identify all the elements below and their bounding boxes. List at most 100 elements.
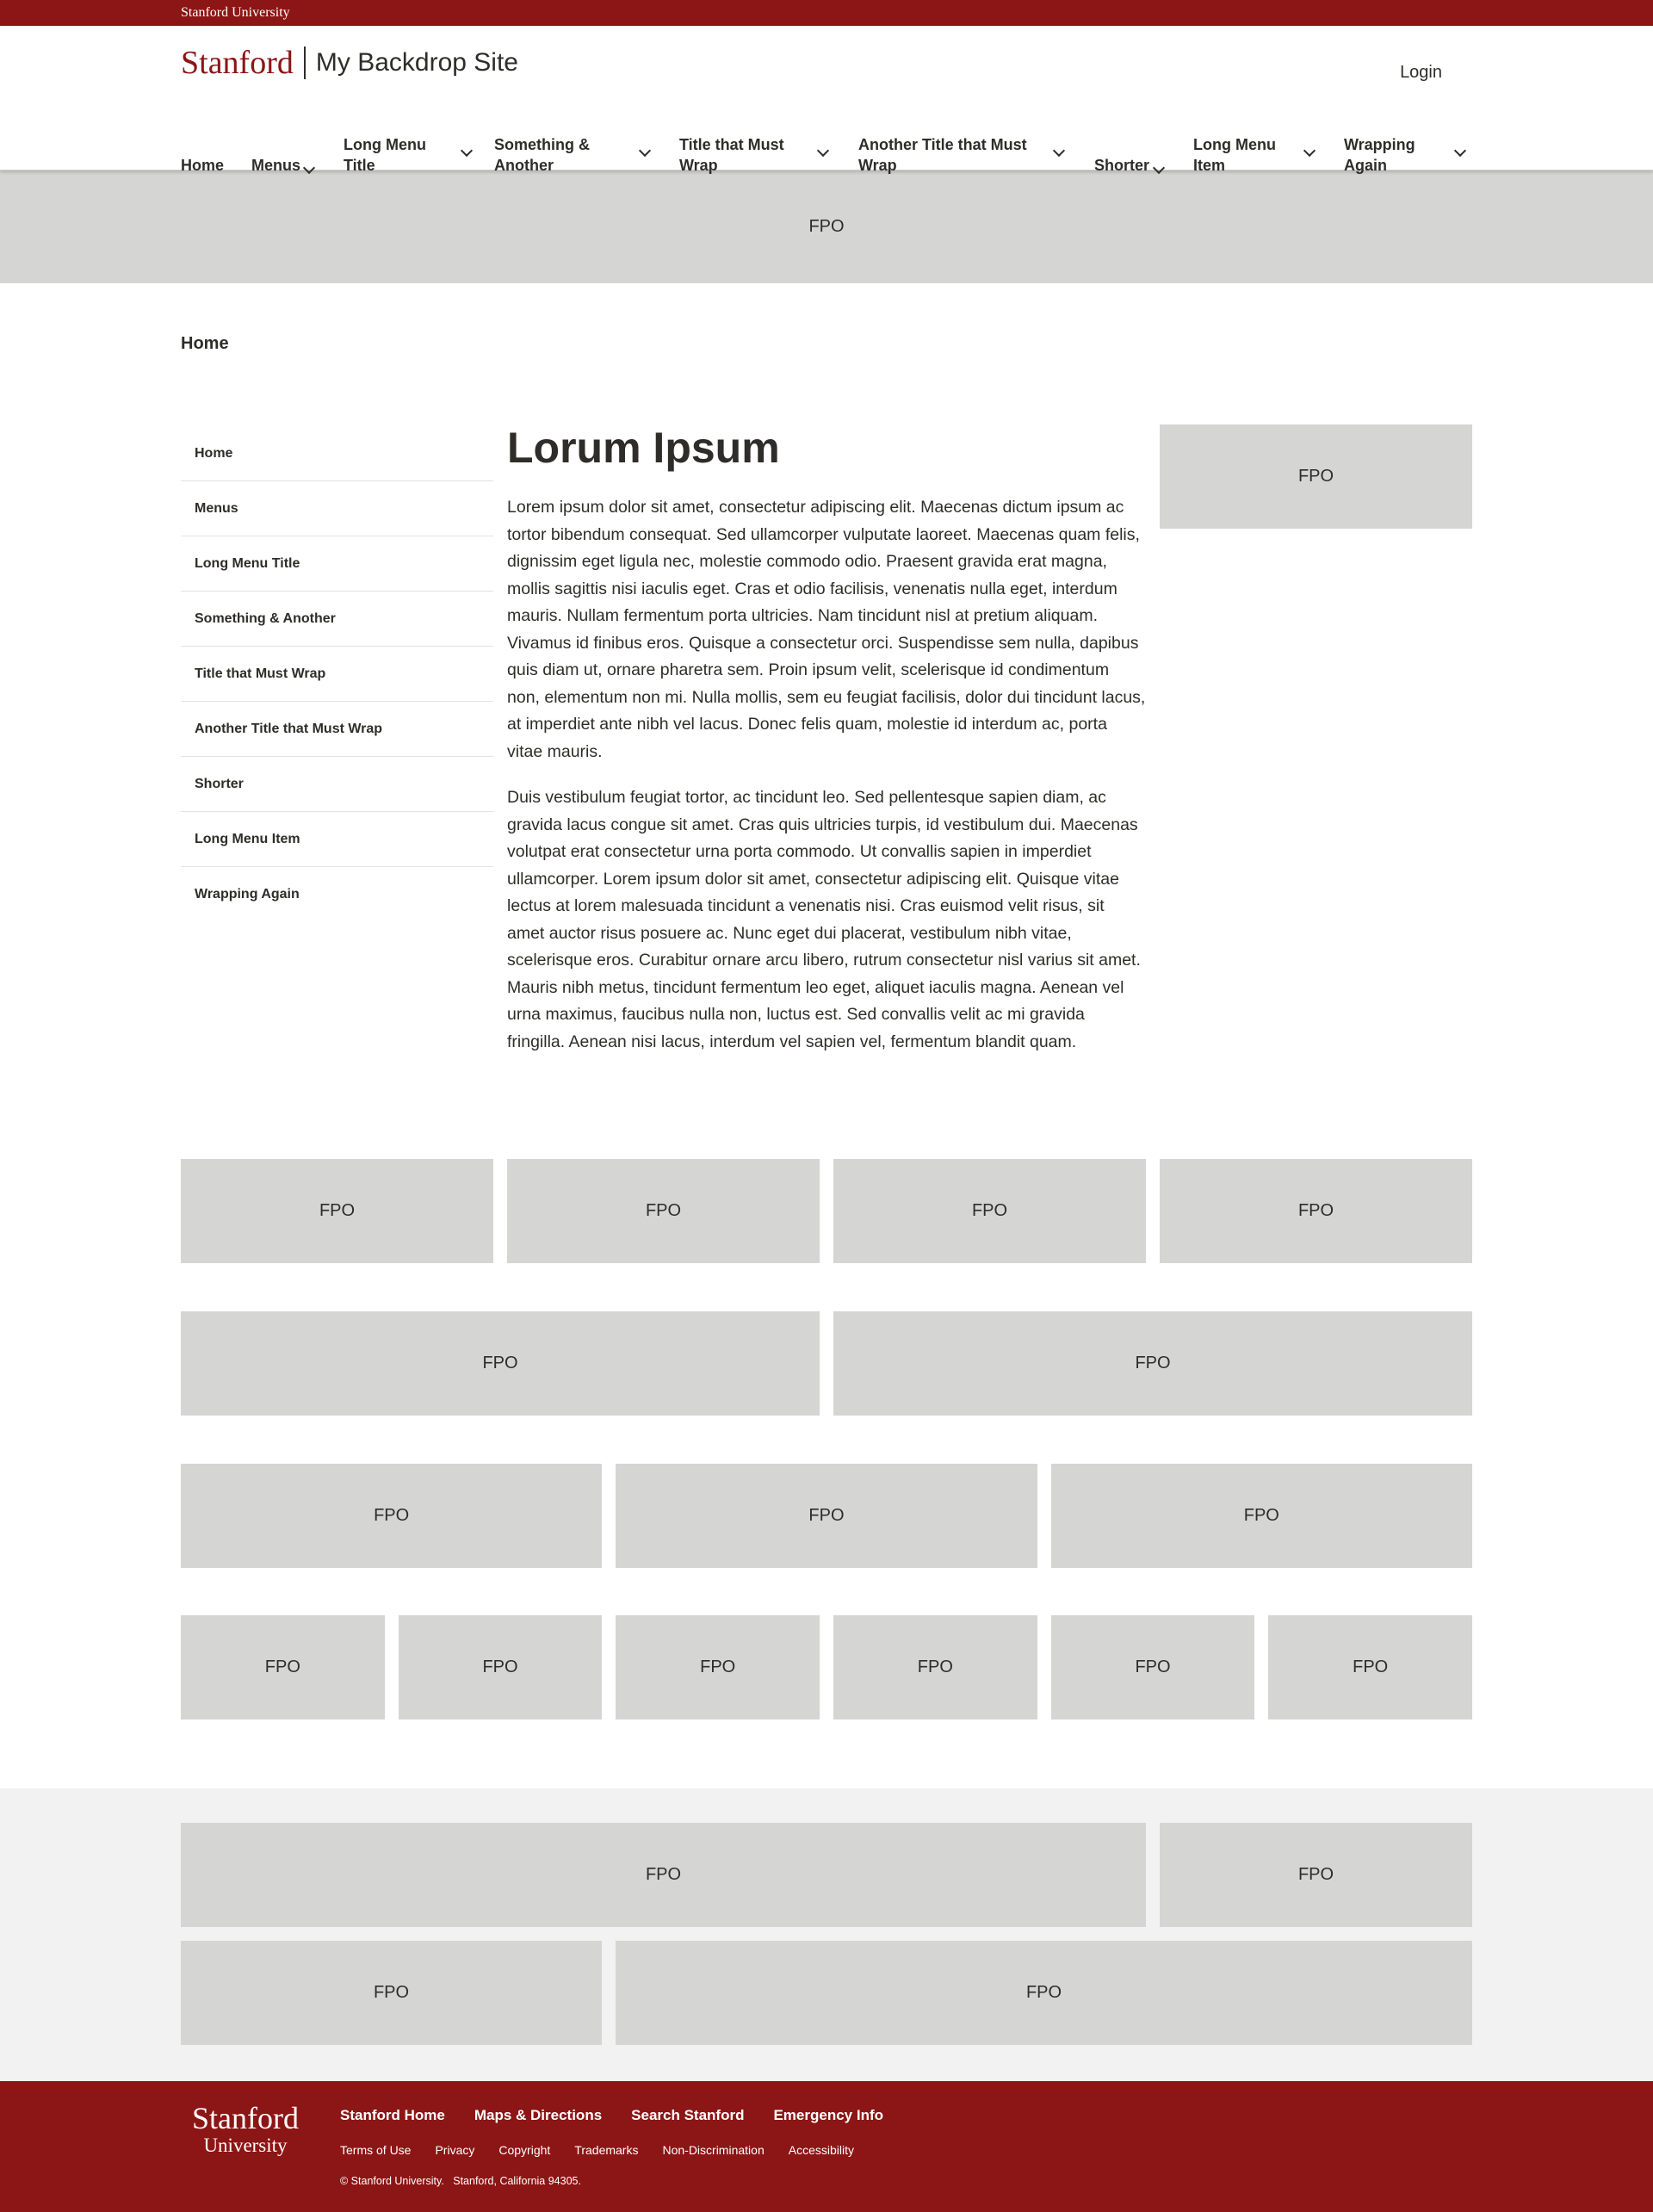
placeholder-block: FPO: [1050, 1464, 1472, 1568]
logo-divider: [303, 46, 306, 79]
fpo-label: FPO: [1297, 467, 1334, 486]
login-link[interactable]: Login: [1400, 63, 1442, 83]
sidebar-item-long-menu-title[interactable]: Long Menu Title: [181, 536, 493, 592]
placeholder-block: FPO: [1268, 1615, 1473, 1719]
body-paragraph: Duis vestibulum feugiat tortor, ac tinci…: [507, 788, 1141, 1051]
sidebar-item-label: Shorter: [195, 776, 244, 791]
placeholder-block: FPO: [181, 1159, 493, 1263]
footer-link-non-discrimination[interactable]: Non-Discrimination: [662, 2143, 764, 2157]
breadcrumb-current: Home: [181, 334, 229, 353]
placeholder-block: FPO: [833, 1311, 1472, 1416]
placeholder-block: FPO: [1160, 1159, 1472, 1263]
chevron-down-icon[interactable]: [1453, 144, 1467, 158]
pre-footer-row-one: FPO FPO: [181, 1823, 1472, 1927]
pre-footer-row-two: FPO FPO: [181, 1941, 1472, 2045]
nav-item-title-that-must-wrap[interactable]: Title that Must Wrap: [679, 134, 830, 176]
nav-item-long-menu-item[interactable]: Long Menu Item: [1193, 134, 1316, 176]
placeholder-block: FPO: [616, 1464, 1037, 1568]
chevron-down-icon[interactable]: [460, 144, 474, 158]
main-navigation: Home Menus Long Menu Title Something & A…: [181, 108, 1472, 177]
footer-link-terms[interactable]: Terms of Use: [340, 2143, 411, 2157]
fpo-label: FPO: [1135, 1657, 1171, 1676]
placeholder-block: FPO: [181, 1464, 603, 1568]
placeholder-row-two: FPO FPO: [181, 1311, 1472, 1416]
footer-link-maps-directions[interactable]: Maps & Directions: [474, 2107, 602, 2124]
sidebar-item-long-menu-item[interactable]: Long Menu Item: [181, 812, 493, 867]
nav-item-something-another[interactable]: Something & Another: [494, 134, 652, 176]
fpo-label: FPO: [373, 1983, 410, 2002]
placeholder-block: FPO: [398, 1615, 603, 1719]
chevron-down-icon[interactable]: [1152, 161, 1166, 175]
fpo-label: FPO: [808, 217, 845, 236]
nav-item-shorter[interactable]: Shorter: [1094, 155, 1166, 176]
fpo-label: FPO: [1353, 1657, 1389, 1676]
sidebar-item-label: Title that Must Wrap: [195, 666, 326, 681]
placeholder-block: FPO: [1050, 1615, 1255, 1719]
footer-link-emergency-info[interactable]: Emergency Info: [773, 2107, 883, 2124]
page-title: Lorum Ipsum: [507, 424, 780, 472]
placeholder-block: FPO: [181, 1615, 385, 1719]
sidebar-item-label: Another Title that Must Wrap: [195, 721, 383, 736]
fpo-label: FPO: [319, 1201, 356, 1220]
placeholder-row-six: FPO FPO FPO FPO FPO FPO: [181, 1615, 1473, 1719]
footer-link-stanford-home[interactable]: Stanford Home: [340, 2107, 445, 2124]
sidebar-item-menus[interactable]: Menus: [181, 481, 493, 536]
fpo-label: FPO: [1135, 1354, 1171, 1372]
aside-placeholder: FPO: [1160, 424, 1472, 529]
fpo-label: FPO: [917, 1657, 953, 1676]
sidebar-item-wrapping-again[interactable]: Wrapping Again: [181, 867, 493, 922]
sidebar-item-label: Menus: [195, 500, 238, 516]
nav-item-another-title-that-must-wrap[interactable]: Another Title that Must Wrap: [858, 134, 1066, 176]
sidebar-item-shorter[interactable]: Shorter: [181, 757, 493, 812]
nav-item-label: Long Menu Title: [344, 136, 426, 174]
chevron-down-icon[interactable]: [1052, 144, 1066, 158]
fpo-label: FPO: [1297, 1201, 1334, 1220]
sidebar-item-title-that-must-wrap[interactable]: Title that Must Wrap: [181, 647, 493, 702]
sidebar-item-another-title-that-must-wrap[interactable]: Another Title that Must Wrap: [181, 702, 493, 757]
chevron-down-icon[interactable]: [816, 144, 830, 158]
hero-placeholder: FPO: [0, 170, 1653, 283]
fpo-label: FPO: [1025, 1983, 1062, 2002]
footer-stanford-logo[interactable]: Stanford University: [181, 2102, 310, 2157]
chevron-down-icon[interactable]: [638, 144, 652, 158]
nav-item-label: Home: [181, 157, 225, 174]
sidebar-item-label: Long Menu Title: [195, 555, 300, 571]
placeholder-block: FPO: [181, 1941, 602, 2045]
nav-item-menus[interactable]: Menus: [251, 155, 316, 176]
sidebar-item-label: Long Menu Item: [195, 831, 300, 846]
copyright-text: © Stanford University. Stanford, Califor…: [340, 2175, 581, 2187]
nav-item-wrapping-again[interactable]: Wrapping Again: [1344, 134, 1467, 176]
stanford-university-link[interactable]: Stanford University: [181, 5, 290, 20]
site-name: My Backdrop Site: [315, 48, 518, 77]
footer-link-trademarks[interactable]: Trademarks: [574, 2143, 638, 2157]
main-content: Lorum Ipsum Lorem ipsum dolor sit amet, …: [507, 420, 1146, 1075]
placeholder-row-four: FPO FPO FPO FPO: [181, 1159, 1472, 1263]
site-logo[interactable]: Stanford My Backdrop Site: [181, 41, 518, 84]
sidebar-item-something-another[interactable]: Something & Another: [181, 592, 493, 647]
sidebar-item-home[interactable]: Home: [181, 426, 493, 481]
nav-item-label: Menus: [251, 157, 301, 174]
fpo-label: FPO: [1297, 1865, 1334, 1884]
nav-item-label: Long Menu Item: [1193, 136, 1276, 174]
footer-secondary-links: Terms of Use Privacy Copyright Trademark…: [340, 2143, 854, 2157]
global-footer: Stanford University Stanford Home Maps &…: [0, 2081, 1653, 2212]
chevron-down-icon[interactable]: [302, 161, 316, 175]
fpo-label: FPO: [264, 1657, 300, 1676]
footer-link-accessibility[interactable]: Accessibility: [789, 2143, 854, 2157]
nav-item-label: Another Title that Must Wrap: [858, 136, 1027, 174]
nav-item-home[interactable]: Home: [181, 155, 224, 176]
nav-item-long-menu-title[interactable]: Long Menu Title: [344, 134, 474, 176]
nav-item-label: Title that Must Wrap: [679, 136, 784, 174]
fpo-label: FPO: [1243, 1506, 1279, 1525]
footer-logo-line1: Stanford: [192, 2101, 299, 2135]
footer-link-privacy[interactable]: Privacy: [435, 2143, 474, 2157]
sidebar-navigation: Home Menus Long Menu Title Something & A…: [181, 426, 493, 922]
footer-link-search-stanford[interactable]: Search Stanford: [631, 2107, 744, 2124]
fpo-label: FPO: [645, 1201, 682, 1220]
fpo-label: FPO: [971, 1201, 1008, 1220]
footer-link-copyright[interactable]: Copyright: [498, 2143, 550, 2157]
fpo-label: FPO: [374, 1506, 410, 1525]
sidebar-item-label: Home: [195, 445, 233, 461]
chevron-down-icon[interactable]: [1303, 144, 1316, 158]
fpo-label: FPO: [700, 1657, 736, 1676]
